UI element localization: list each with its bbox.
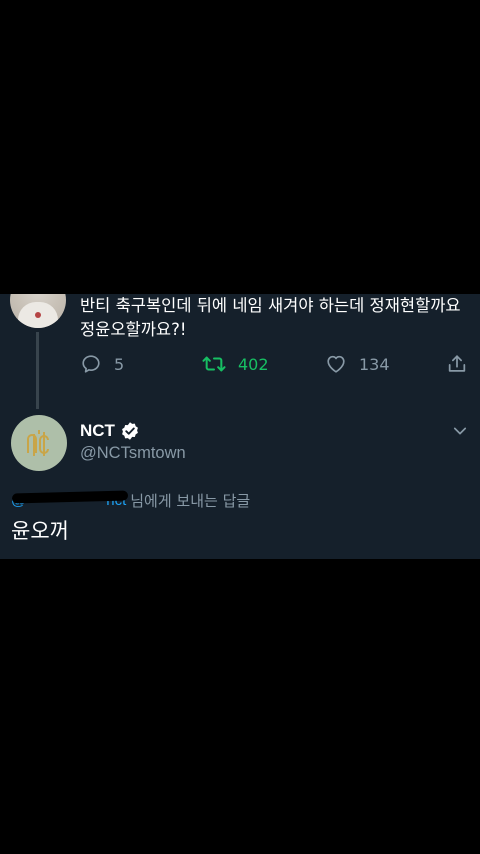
nct-avatar[interactable] xyxy=(11,415,67,471)
chevron-down-icon xyxy=(453,427,467,435)
tweet-action-bar: 5 402 134 xyxy=(80,350,472,378)
display-name[interactable]: NCT xyxy=(80,421,115,441)
author-handle[interactable]: @NCTsmtown xyxy=(80,444,186,463)
verified-badge-icon xyxy=(122,422,138,440)
share-button[interactable] xyxy=(446,350,468,378)
retweet-count: 402 xyxy=(238,354,269,374)
reply-count: 5 xyxy=(114,354,125,374)
reply-button[interactable]: 5 xyxy=(80,350,124,378)
tweet-thread: 반티 축구복인데 뒤에 네임 새겨야 하는데 정재현할까요 정윤오할까요?! 5… xyxy=(0,294,480,559)
screenshot: 반티 축구복인데 뒤에 네임 새겨야 하는데 정재현할까요 정윤오할까요?! 5… xyxy=(0,0,480,854)
avatar-detail xyxy=(35,312,41,318)
reply-icon xyxy=(82,355,100,373)
like-button[interactable]: 134 xyxy=(325,350,390,378)
parent-tweet-text: 반티 축구복인데 뒤에 네임 새겨야 하는데 정재현할까요 정윤오할까요?! xyxy=(80,296,461,339)
retweet-icon xyxy=(202,356,226,372)
like-count: 134 xyxy=(359,354,390,374)
more-options-button[interactable] xyxy=(451,422,469,444)
parent-avatar[interactable] xyxy=(10,294,66,328)
share-icon xyxy=(448,355,466,372)
heart-icon xyxy=(327,355,345,373)
reply-tweet-text: 윤오꺼 xyxy=(11,519,69,543)
thread-connector-line xyxy=(36,332,39,409)
retweet-button[interactable]: 402 xyxy=(202,350,269,378)
replying-to-suffix: 님에게 보내는 답글 xyxy=(130,491,251,510)
author-name-row: NCT xyxy=(80,420,140,442)
nct-logo-icon xyxy=(27,430,49,456)
